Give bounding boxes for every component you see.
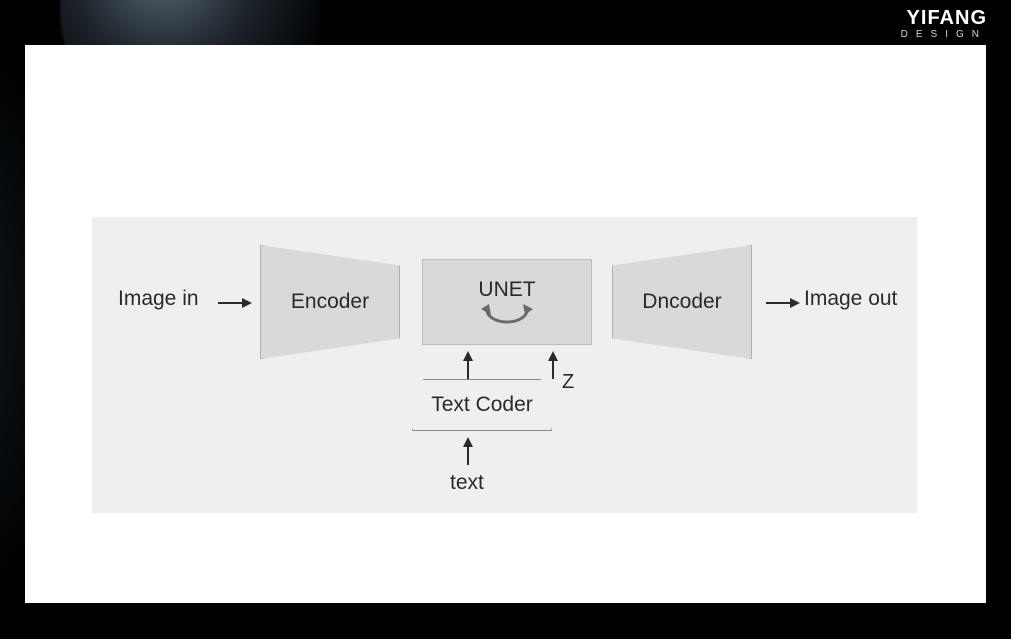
unet-block: UNET xyxy=(422,259,592,345)
decoder-block: Dncoder xyxy=(612,245,752,359)
text-coder-label: Text Coder xyxy=(431,393,533,417)
arrow-right-icon xyxy=(766,297,800,309)
text-input-label: text xyxy=(450,471,484,495)
image-in-label: Image in xyxy=(118,287,199,311)
arrow-right-icon xyxy=(218,297,252,309)
encoder-label: Encoder xyxy=(291,290,369,314)
slide-canvas: Image in Encoder UNET Dncoder xyxy=(25,45,986,603)
unet-label: UNET xyxy=(478,278,535,302)
encoder-block: Encoder xyxy=(260,245,400,359)
image-out-label: Image out xyxy=(804,287,897,311)
z-label: Z xyxy=(562,371,574,394)
arrow-up-icon xyxy=(462,437,474,465)
brand-title: YIFANG xyxy=(901,8,987,28)
cycle-arrows-icon xyxy=(479,304,535,326)
text-coder-block: Text Coder xyxy=(412,379,552,431)
arrow-up-icon xyxy=(547,351,559,379)
brand-logo: YIFANG DESIGN xyxy=(901,8,987,40)
decoder-label: Dncoder xyxy=(642,290,721,314)
arrow-up-icon xyxy=(462,351,474,379)
architecture-diagram: Image in Encoder UNET Dncoder xyxy=(92,217,917,513)
brand-subtitle: DESIGN xyxy=(901,30,987,40)
